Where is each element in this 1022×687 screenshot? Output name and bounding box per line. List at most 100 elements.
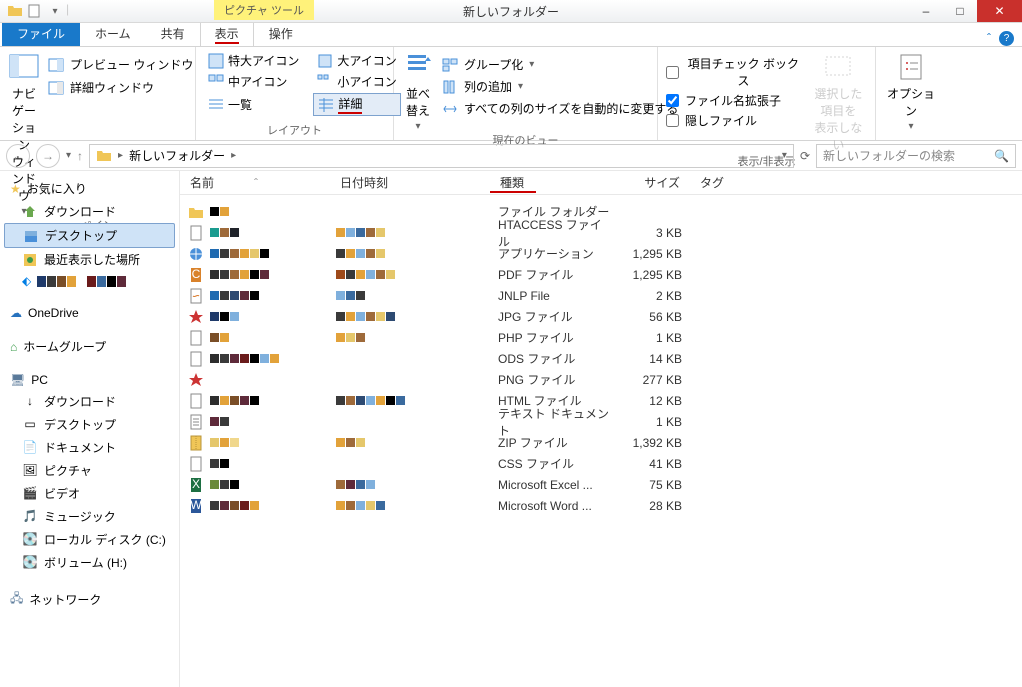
file-icon [188,414,204,430]
sidebar-network[interactable]: 🖧ネットワーク [4,586,175,613]
column-name[interactable]: 名前ˆ [180,174,330,191]
file-icon [188,372,204,388]
file-icon [188,309,204,325]
quick-access-toolbar: ▾ | [0,2,69,20]
pc-icon: 🖥 [10,373,25,387]
file-row[interactable]: CPDF ファイル1,295 KB [180,264,1022,285]
add-column-button[interactable]: 列の追加▾ [442,77,523,96]
sidebar-item-ミュージック[interactable]: 🎵ミュージック [4,505,175,528]
window-title: 新しいフォルダー [463,3,559,20]
tab-2[interactable]: 表示 [200,20,254,46]
preview-pane-button[interactable]: プレビュー ウィンドウ [48,55,193,74]
file-list: 名前ˆ 日付時刻 種類 サイズ タグ ファイル フォルダーHTACCESS ファ… [180,171,1022,687]
file-row[interactable]: JPG ファイル56 KB [180,306,1022,327]
file-row[interactable]: ODS ファイル14 KB [180,348,1022,369]
column-date[interactable]: 日付時刻 [330,174,490,191]
file-row[interactable]: CSS ファイル41 KB [180,453,1022,474]
qat-dropdown-icon[interactable]: ▾ [46,2,64,20]
dropbox-icon: ⬖ [22,274,31,288]
address-bar: ← → ▾ ↑ ▸ 新しいフォルダー ▸ ▾ ⟳ 新しいフォルダーの検索 🔍 [0,141,1022,171]
layout-group-label: レイアウト [204,122,385,138]
detail-pane-button[interactable]: 詳細ウィンドウ [48,78,193,97]
nav-pane-icon [8,51,40,83]
ribbon-tabs: ファイル ホーム共有表示操作 ˆ ? [0,23,1022,47]
refresh-button[interactable]: ⟳ [800,149,810,163]
cloud-icon: ☁ [10,306,22,320]
sidebar-item-デスクトップ[interactable]: デスクトップ [4,223,175,248]
tab-3[interactable]: 操作 [254,20,308,46]
minimize-button[interactable]: – [909,0,943,22]
check-1[interactable]: ファイル名拡張子 [666,92,781,109]
sidebar-item-ダウンロード[interactable]: ↓ダウンロード [4,390,175,413]
sidebar-item-ビデオ[interactable]: 🎬ビデオ [4,482,175,505]
file-icon: C [188,267,204,283]
sidebar-homegroup[interactable]: ⌂ホームグループ [4,335,175,358]
svg-text:X: X [192,477,200,491]
file-row[interactable]: テキスト ドキュメント1 KB [180,411,1022,432]
tab-0[interactable]: ホーム [80,20,146,46]
file-row[interactable]: アプリケーション1,295 KB [180,243,1022,264]
tab-file[interactable]: ファイル [2,20,80,46]
file-row[interactable]: PNG ファイル277 KB [180,369,1022,390]
file-icon [188,393,204,409]
file-row[interactable]: JNLP File2 KB [180,285,1022,306]
hide-selected-button[interactable]: 選択した項目を 表示しない [810,51,867,153]
layout-小アイコン[interactable]: 小アイコン [313,72,400,91]
sort-button[interactable]: 並べ替え▾ [402,51,434,132]
options-button[interactable]: オプション▾ [884,51,938,132]
file-row[interactable]: HTACCESS ファイル3 KB [180,222,1022,243]
breadcrumb[interactable]: 新しいフォルダー [129,147,225,164]
sidebar-item-dropbox[interactable]: ⬖ [4,271,175,291]
file-row[interactable]: XMicrosoft Excel ...75 KB [180,474,1022,495]
help-icon[interactable]: ? [999,31,1014,46]
back-button[interactable]: ← [6,144,30,168]
column-type[interactable]: 種類 [490,174,610,191]
column-tag[interactable]: タグ [690,174,770,191]
folder-icon [96,148,112,164]
column-size[interactable]: サイズ [610,174,690,191]
file-icon [188,435,204,451]
search-icon[interactable]: 🔍 [994,149,1009,163]
close-button[interactable]: ✕ [977,0,1022,22]
sidebar-item-ドキュメント[interactable]: 📄ドキュメント [4,436,175,459]
file-icon [188,330,204,346]
folder-icon [6,2,24,20]
tools-badge: ピクチャ ツール [214,0,314,20]
sidebar-item-最近表示した場所[interactable]: 最近表示した場所 [4,248,175,271]
properties-icon[interactable] [26,2,44,20]
group-by-button[interactable]: グループ化▾ [442,55,534,74]
layout-一覧[interactable]: 一覧 [204,93,303,116]
address-dropdown-icon[interactable]: ▾ [782,150,787,161]
check-0[interactable]: 項目チェック ボックス [666,55,802,89]
check-2[interactable]: 隠しファイル [666,112,757,129]
forward-button[interactable]: → [36,144,60,168]
address-field[interactable]: ▸ 新しいフォルダー ▸ ▾ [89,144,794,168]
layout-詳細[interactable]: 詳細 [313,93,400,116]
file-row[interactable]: ZIP ファイル1,392 KB [180,432,1022,453]
sidebar-item-デスクトップ[interactable]: ▭デスクトップ [4,413,175,436]
history-dropdown-icon[interactable]: ▾ [66,150,71,161]
sort-icon [402,51,434,83]
file-icon [188,246,204,262]
file-icon: W [188,498,204,514]
sidebar-item-ピクチャ[interactable]: 🖼ピクチャ [4,459,175,482]
file-row[interactable]: PHP ファイル1 KB [180,327,1022,348]
up-button[interactable]: ↑ [77,149,83,163]
sidebar-onedrive[interactable]: ☁OneDrive [4,303,175,323]
sidebar-favorites[interactable]: ★お気に入り [4,177,175,200]
layout-大アイコン[interactable]: 大アイコン [313,51,400,70]
sidebar-item-ローカル ディスク (C:)[interactable]: 💽ローカル ディスク (C:) [4,528,175,551]
homegroup-icon: ⌂ [10,340,17,354]
sidebar-item-ダウンロード[interactable]: ダウンロード [4,200,175,223]
tab-1[interactable]: 共有 [146,20,200,46]
ribbon: ナビゲーション ウィンドウ ▾ プレビュー ウィンドウ 詳細ウィンドウ ペイン … [0,47,1022,141]
sidebar-item-ボリューム (H:)[interactable]: 💽ボリューム (H:) [4,551,175,574]
ribbon-minimize-icon[interactable]: ˆ [987,31,991,46]
layout-中アイコン[interactable]: 中アイコン [204,72,303,91]
sidebar-pc[interactable]: 🖥PC [4,370,175,390]
network-icon: 🖧 [10,589,23,610]
maximize-button[interactable]: □ [943,0,977,22]
layout-特大アイコン[interactable]: 特大アイコン [204,51,303,70]
autofit-columns-button[interactable]: すべての列のサイズを自動的に変更する [442,99,678,118]
file-row[interactable]: WMicrosoft Word ...28 KB [180,495,1022,516]
